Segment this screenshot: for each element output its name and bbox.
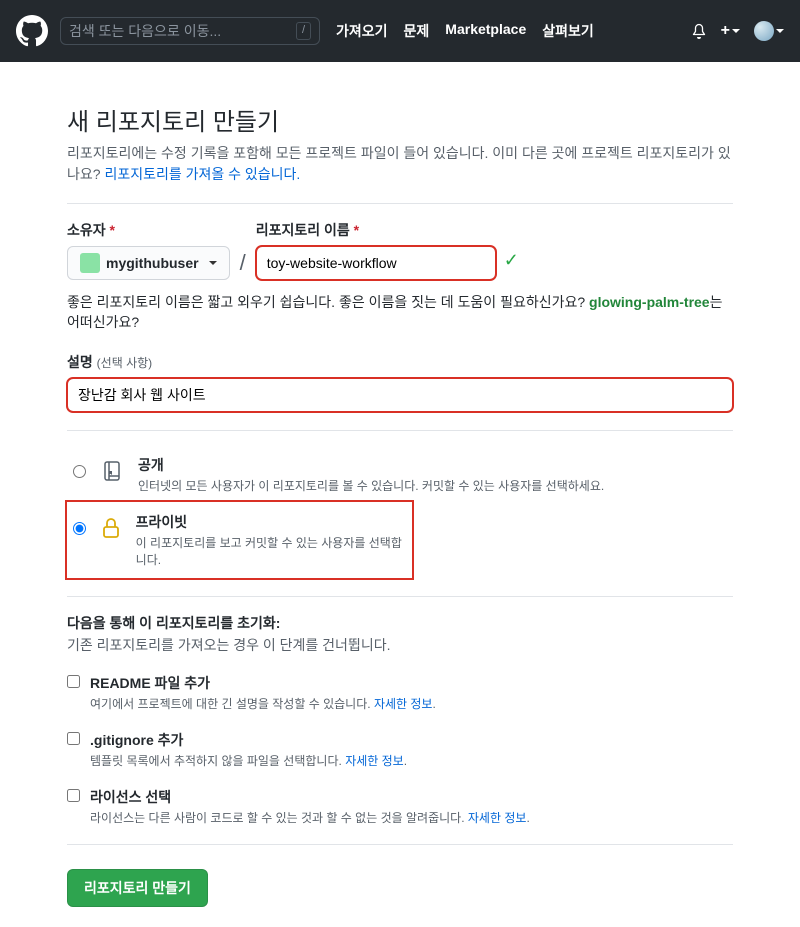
optional-note: (선택 사항) bbox=[97, 356, 153, 370]
caret-down-icon bbox=[732, 29, 740, 33]
choose-license-text: 라이선스 선택 라이선스는 다른 사람이 코드로 할 수 있는 것과 할 수 없… bbox=[90, 787, 530, 826]
choose-license-checkbox[interactable] bbox=[67, 789, 80, 802]
hint-before: 좋은 리포지토리 이름은 짧고 외우기 쉽습니다. 좋은 이름을 짓는 데 도움… bbox=[67, 294, 589, 310]
period: . bbox=[404, 754, 407, 768]
plus-icon: + bbox=[721, 22, 730, 40]
github-mark-icon bbox=[16, 15, 48, 47]
add-gitignore-checkbox[interactable] bbox=[67, 732, 80, 745]
visibility-public-subtitle: 인터넷의 모든 사용자가 이 리포지토리를 볼 수 있습니다. 커밋할 수 있는… bbox=[138, 477, 604, 494]
nav-explore[interactable]: 살펴보기 bbox=[542, 21, 594, 41]
create-repository-button[interactable]: 리포지토리 만들기 bbox=[67, 869, 208, 907]
description-label-text: 설명 bbox=[67, 354, 93, 370]
add-readme-text: README 파일 추가 여기에서 프로젝트에 대한 긴 설명을 작성할 수 있… bbox=[90, 673, 436, 712]
repo-name-field: 리포지토리 이름 * ✓ bbox=[256, 220, 519, 280]
page-title: 새 리포지토리 만들기 bbox=[67, 102, 733, 137]
choose-license-title: 라이선스 선택 bbox=[90, 787, 530, 807]
owner-name: mygithubuser bbox=[106, 255, 199, 271]
check-icon: ✓ bbox=[504, 250, 519, 277]
add-readme-title: README 파일 추가 bbox=[90, 673, 436, 693]
owner-repo-row: 소유자 * mygithubuser / 리포지토리 이름 * ✓ bbox=[67, 220, 733, 280]
owner-field: 소유자 * mygithubuser bbox=[67, 220, 230, 280]
owner-avatar-icon bbox=[80, 253, 100, 273]
app-header: / 가져오기 문제 Marketplace 살펴보기 + bbox=[0, 0, 800, 62]
period: . bbox=[526, 811, 529, 825]
nav-issues[interactable]: 문제 bbox=[404, 21, 430, 41]
import-repo-link[interactable]: 리포지토리를 가져올 수 있습니다. bbox=[104, 166, 300, 182]
page-subhead: 리포지토리에는 수정 기록을 포함해 모든 프로젝트 파일이 들어 있습니다. … bbox=[67, 143, 733, 185]
visibility-private-option[interactable]: 프라이빗 이 리포지토리를 보고 커밋할 수 있는 사용자를 선택합니다. bbox=[67, 502, 412, 578]
visibility-public-text: 공개 인터넷의 모든 사용자가 이 리포지토리를 볼 수 있습니다. 커밋할 수… bbox=[138, 455, 604, 494]
header-right: + bbox=[691, 21, 784, 41]
add-gitignore-subtitle: 템플릿 목록에서 추적하지 않을 파일을 선택합니다. bbox=[90, 754, 345, 768]
divider bbox=[67, 844, 733, 845]
repo-icon bbox=[96, 455, 128, 487]
visibility-private-text: 프라이빗 이 리포지토리를 보고 커밋할 수 있는 사용자를 선택합니다. bbox=[136, 512, 406, 568]
add-readme-subtitle: 여기에서 프로젝트에 대한 긴 설명을 작성할 수 있습니다. bbox=[90, 697, 374, 711]
add-gitignore-title: .gitignore 추가 bbox=[90, 730, 407, 750]
period: . bbox=[432, 697, 435, 711]
visibility-public-option[interactable]: 공개 인터넷의 모든 사용자가 이 리포지토리를 볼 수 있습니다. 커밋할 수… bbox=[67, 447, 733, 502]
description-label: 설명 (선택 사항) bbox=[67, 354, 152, 370]
lock-icon bbox=[96, 512, 126, 544]
visibility-public-radio[interactable] bbox=[73, 465, 86, 478]
choose-license-subtitle: 라이선스는 다른 사람이 코드로 할 수 있는 것과 할 수 없는 것을 알려줍… bbox=[90, 811, 468, 825]
owner-label-text: 소유자 bbox=[67, 222, 106, 238]
caret-down-icon bbox=[209, 261, 217, 265]
notifications-icon[interactable] bbox=[691, 23, 707, 39]
divider bbox=[67, 430, 733, 431]
github-logo[interactable] bbox=[16, 15, 48, 47]
avatar bbox=[754, 21, 774, 41]
divider bbox=[67, 203, 733, 204]
add-readme-checkbox[interactable] bbox=[67, 675, 80, 688]
main-content: 새 리포지토리 만들기 리포지토리에는 수정 기록을 포함해 모든 프로젝트 파… bbox=[35, 62, 765, 927]
add-gitignore-text: .gitignore 추가 템플릿 목록에서 추적하지 않을 파일을 선택합니다… bbox=[90, 730, 407, 769]
add-readme-option[interactable]: README 파일 추가 여기에서 프로젝트에 대한 긴 설명을 작성할 수 있… bbox=[67, 673, 733, 712]
nav-marketplace[interactable]: Marketplace bbox=[445, 21, 526, 41]
repo-name-label: 리포지토리 이름 * bbox=[256, 220, 519, 240]
suggested-name[interactable]: glowing-palm-tree bbox=[589, 294, 710, 310]
repo-name-label-text: 리포지토리 이름 bbox=[256, 222, 350, 238]
initialize-sub: 기존 리포지토리를 가져오는 경우 이 단계를 건너뜁니다. bbox=[67, 635, 733, 655]
initialize-heading: 다음을 통해 이 리포지토리를 초기화: bbox=[67, 613, 733, 633]
caret-down-icon bbox=[776, 29, 784, 33]
readme-learn-more-link[interactable]: 자세한 정보 bbox=[374, 697, 433, 711]
required-star: * bbox=[110, 222, 115, 238]
visibility-private-radio[interactable] bbox=[73, 522, 86, 535]
primary-nav: 가져오기 문제 Marketplace 살펴보기 bbox=[336, 21, 594, 41]
search-box[interactable]: / bbox=[60, 17, 320, 45]
description-field: 설명 (선택 사항) bbox=[67, 352, 733, 412]
repo-name-hint: 좋은 리포지토리 이름은 짧고 외우기 쉽습니다. 좋은 이름을 짓는 데 도움… bbox=[67, 292, 733, 332]
visibility-private-title: 프라이빗 bbox=[136, 512, 406, 532]
nav-pull-requests[interactable]: 가져오기 bbox=[336, 21, 388, 41]
description-input[interactable] bbox=[67, 378, 733, 412]
owner-label: 소유자 * bbox=[67, 220, 230, 240]
slash-hotkey-icon: / bbox=[296, 22, 311, 39]
search-input[interactable] bbox=[69, 23, 296, 39]
required-star: * bbox=[354, 222, 359, 238]
visibility-private-subtitle: 이 리포지토리를 보고 커밋할 수 있는 사용자를 선택합니다. bbox=[136, 534, 406, 568]
license-learn-more-link[interactable]: 자세한 정보 bbox=[468, 811, 527, 825]
gitignore-learn-more-link[interactable]: 자세한 정보 bbox=[345, 754, 404, 768]
slash-separator: / bbox=[238, 250, 248, 280]
divider bbox=[67, 596, 733, 597]
visibility-public-title: 공개 bbox=[138, 455, 604, 475]
choose-license-option[interactable]: 라이선스 선택 라이선스는 다른 사람이 코드로 할 수 있는 것과 할 수 없… bbox=[67, 787, 733, 826]
create-new-dropdown[interactable]: + bbox=[721, 22, 740, 40]
owner-select[interactable]: mygithubuser bbox=[67, 246, 230, 280]
repo-name-input[interactable] bbox=[256, 246, 496, 280]
add-gitignore-option[interactable]: .gitignore 추가 템플릿 목록에서 추적하지 않을 파일을 선택합니다… bbox=[67, 730, 733, 769]
user-menu[interactable] bbox=[754, 21, 784, 41]
